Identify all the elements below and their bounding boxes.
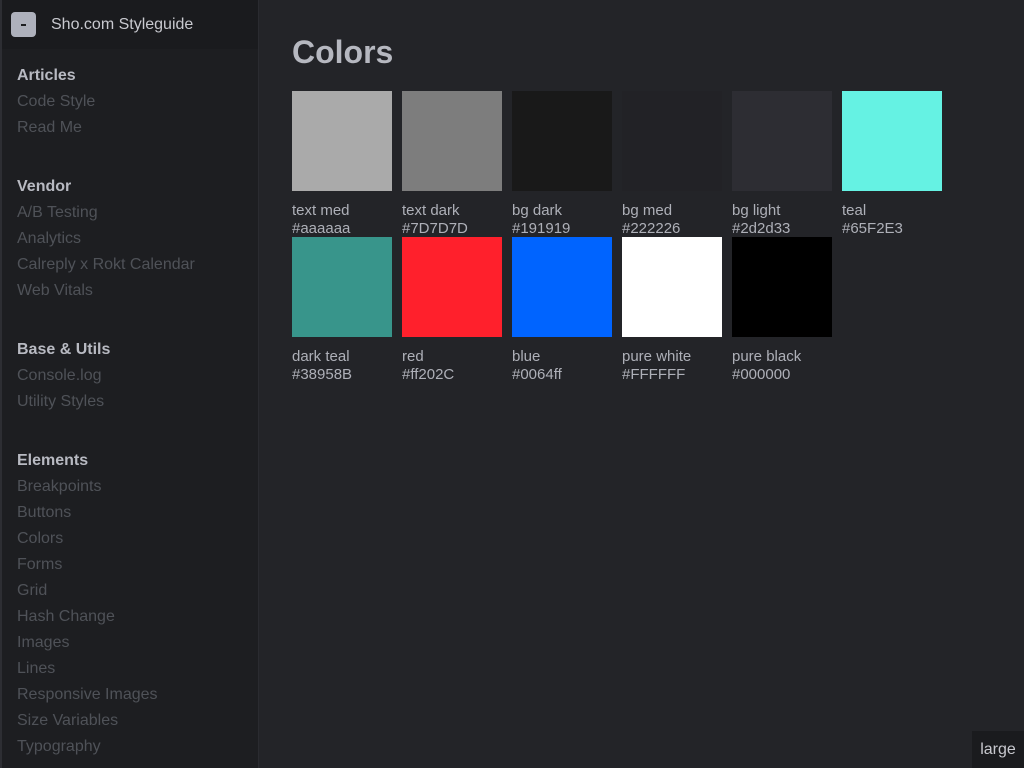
sidebar-item-forms[interactable]: Forms	[17, 552, 258, 578]
swatch-color-box	[732, 237, 832, 337]
swatch-name: pure black	[732, 348, 802, 365]
color-swatch: teal #65F2E3	[842, 91, 952, 237]
color-swatch: blue #0064ff	[512, 237, 622, 383]
color-swatch: red #ff202C	[402, 237, 512, 383]
swatch-color-box	[732, 91, 832, 191]
sidebar-item-web-vitals[interactable]: Web Vitals	[17, 278, 258, 304]
swatch-color-box	[292, 237, 392, 337]
swatch-name: text med	[292, 202, 350, 219]
sidebar-item-code-style[interactable]: Code Style	[17, 89, 258, 115]
sidebar-item-size-variables[interactable]: Size Variables	[17, 708, 258, 734]
breakpoint-indicator: large	[972, 731, 1024, 768]
brand-title: Sho.com Styleguide	[51, 15, 194, 33]
swatch-color-box	[622, 91, 722, 191]
color-swatch: text med #aaaaaa	[292, 91, 402, 237]
swatch-name: dark teal	[292, 348, 350, 365]
sidebar-item-hash-change[interactable]: Hash Change	[17, 604, 258, 630]
sidebar-item-read-me[interactable]: Read Me	[17, 115, 258, 141]
sidebar-item-analytics[interactable]: Analytics	[17, 226, 258, 252]
swatch-name: teal	[842, 202, 867, 219]
brand-header[interactable]: Sho.com Styleguide	[2, 0, 258, 49]
swatch-color-box	[402, 237, 502, 337]
nav-heading: Base & Utils	[17, 341, 111, 358]
swatch-hex: #38958B	[292, 366, 353, 383]
swatch-color-box	[622, 237, 722, 337]
nav-section-base-utils: Base & Utils Console.log Utility Styles	[2, 337, 258, 415]
app: Sho.com Styleguide Articles Code Style R…	[0, 0, 1024, 768]
nav-heading: Elements	[17, 452, 89, 469]
sidebar-item-typography[interactable]: Typography	[17, 734, 258, 760]
swatch-name: bg dark	[512, 202, 563, 219]
main-content: Colors text med #aaaaaa text dark #7D7D7…	[260, 0, 1024, 768]
swatch-hex: #191919	[512, 220, 571, 237]
swatch-hex: #222226	[622, 220, 681, 237]
sidebar-item-calreply-rokt-calendar[interactable]: Calreply x Rokt Calendar	[17, 252, 258, 278]
sidebar: Sho.com Styleguide Articles Code Style R…	[0, 0, 259, 768]
swatch-color-box	[512, 237, 612, 337]
color-swatch: bg med #222226	[622, 91, 732, 237]
sidebar-item-buttons[interactable]: Buttons	[17, 500, 258, 526]
sidebar-item-utility-styles[interactable]: Utility Styles	[17, 389, 258, 415]
sidebar-item-grid[interactable]: Grid	[17, 578, 258, 604]
sidebar-item-breakpoints[interactable]: Breakpoints	[17, 474, 258, 500]
swatch-name: red	[402, 348, 424, 365]
swatch-hex: #aaaaaa	[292, 220, 351, 237]
color-swatch: bg light #2d2d33	[732, 91, 842, 237]
nav-section-articles: Articles Code Style Read Me	[2, 63, 258, 141]
swatch-color-box	[402, 91, 502, 191]
swatch-hex: #FFFFFF	[622, 366, 686, 383]
swatch-hex: #2d2d33	[732, 220, 791, 237]
color-swatch: text dark #7D7D7D	[402, 91, 512, 237]
swatch-hex: #7D7D7D	[402, 220, 468, 237]
sidebar-item-images[interactable]: Images	[17, 630, 258, 656]
nav-section-vendor: Vendor A/B Testing Analytics Calreply x …	[2, 174, 258, 304]
sidebar-item-lines[interactable]: Lines	[17, 656, 258, 682]
swatch-hex: #65F2E3	[842, 220, 903, 237]
nav-heading: Articles	[17, 67, 76, 84]
swatch-name: pure white	[622, 348, 692, 365]
color-swatch: pure black #000000	[732, 237, 842, 383]
page-title: Colors	[292, 34, 394, 70]
nav-section-elements: Elements Breakpoints Buttons Colors Form…	[2, 448, 258, 760]
swatch-name: bg med	[622, 202, 673, 219]
nav-heading: Vendor	[17, 178, 72, 195]
sidebar-item-console-log[interactable]: Console.log	[17, 363, 258, 389]
swatch-hex: #0064ff	[512, 366, 562, 383]
swatch-name: bg light	[732, 202, 781, 219]
logo-icon	[11, 12, 36, 37]
sidebar-item-colors[interactable]: Colors	[17, 526, 258, 552]
swatch-color-box	[292, 91, 392, 191]
sidebar-item-ab-testing[interactable]: A/B Testing	[17, 200, 258, 226]
color-swatch-grid: text med #aaaaaa text dark #7D7D7D bg da…	[292, 91, 962, 383]
swatch-name: text dark	[402, 202, 460, 219]
swatch-color-box	[512, 91, 612, 191]
color-swatch: pure white #FFFFFF	[622, 237, 732, 383]
swatch-name: blue	[512, 348, 541, 365]
swatch-hex: #ff202C	[402, 366, 455, 383]
sidebar-item-responsive-images[interactable]: Responsive Images	[17, 682, 258, 708]
swatch-hex: #000000	[732, 366, 791, 383]
swatch-color-box	[842, 91, 942, 191]
color-swatch: dark teal #38958B	[292, 237, 402, 383]
color-swatch: bg dark #191919	[512, 91, 622, 237]
